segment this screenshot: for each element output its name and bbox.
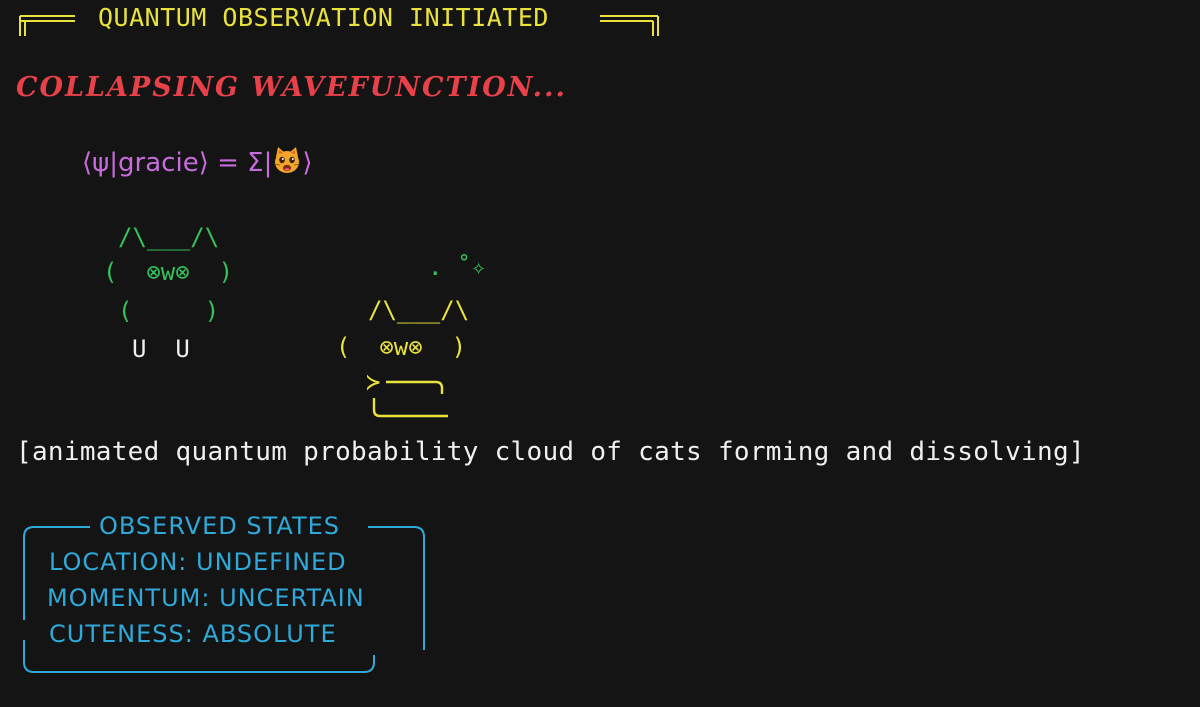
observed-states-title: OBSERVED STATES [99, 512, 341, 540]
observed-state-cuteness: CUTENESS: ABSOLUTE [49, 620, 337, 648]
observed-state-location: LOCATION: UNDEFINED [49, 548, 347, 576]
terminal-window: QUANTUM OBSERVATION INITIATED COLLAPSING… [0, 0, 1200, 707]
observed-state-momentum: MOMENTUM: UNCERTAIN [47, 584, 365, 612]
